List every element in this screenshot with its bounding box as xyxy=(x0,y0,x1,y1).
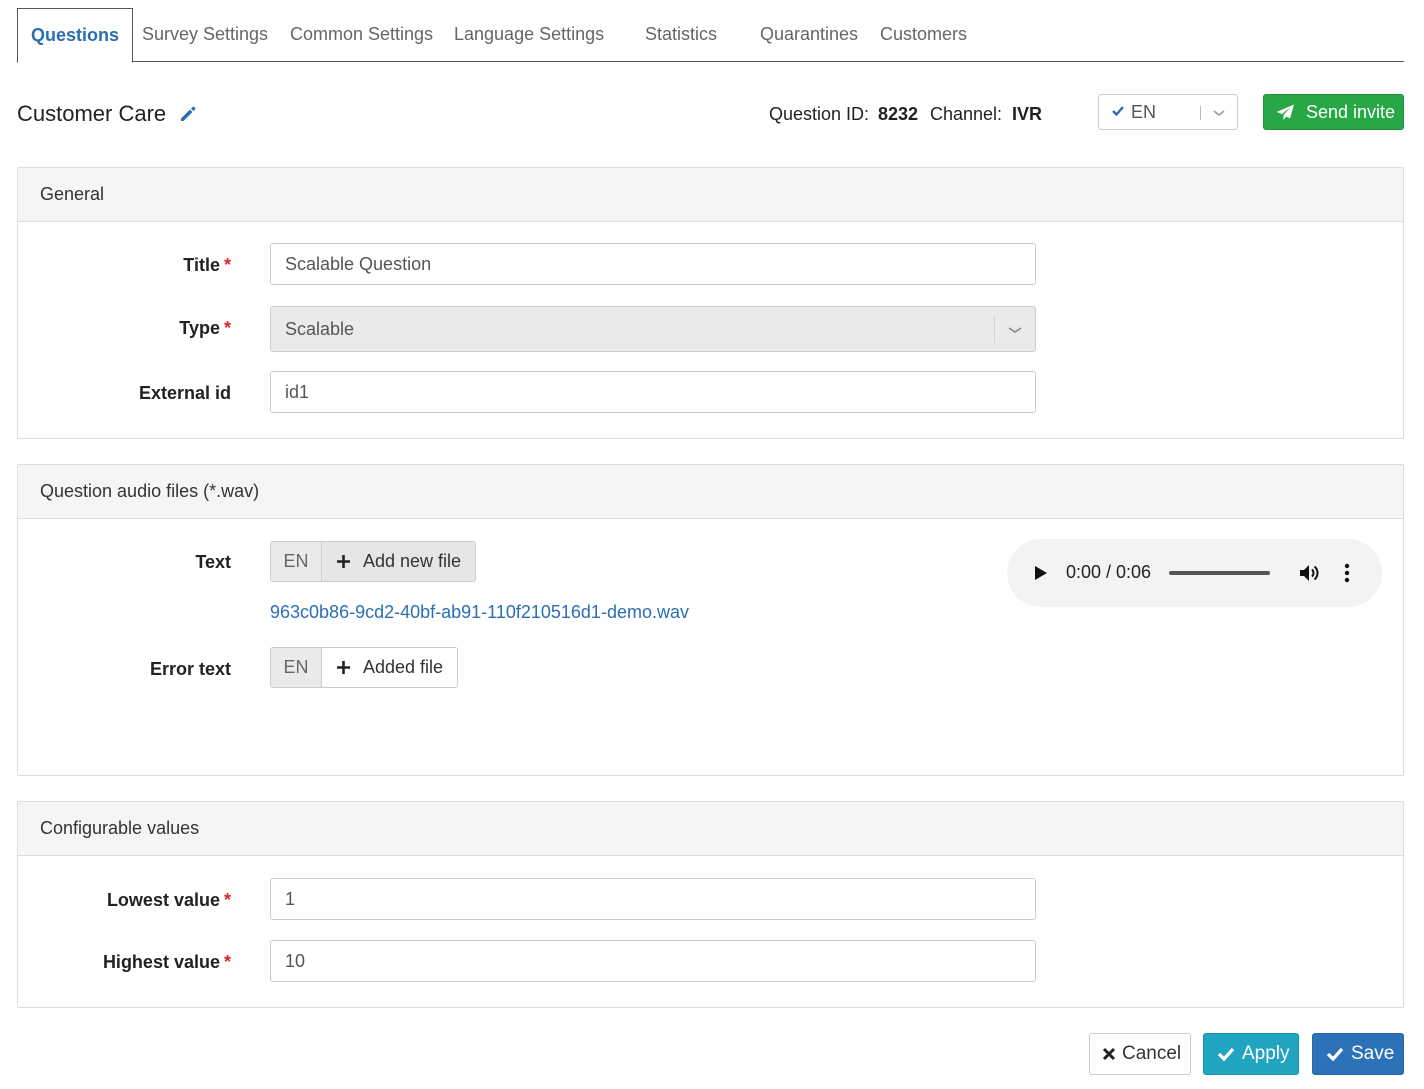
general-heading: General xyxy=(18,168,1403,222)
save-label: Save xyxy=(1351,1043,1395,1064)
send-invite-button[interactable]: Send invite xyxy=(1263,94,1404,130)
tab-questions[interactable]: Questions xyxy=(17,8,134,63)
select-divider xyxy=(1200,106,1201,120)
plus-icon xyxy=(337,661,350,674)
external-id-label: External id xyxy=(138,383,231,403)
text-file-upload: EN Add new file xyxy=(270,541,477,582)
plus-icon xyxy=(337,555,350,568)
configurable-values-heading: Configurable values xyxy=(18,802,1403,856)
text-label: Text xyxy=(195,552,231,572)
error-text-language-addon: EN xyxy=(271,648,322,687)
cancel-label: Cancel xyxy=(1122,1043,1182,1064)
required-mark: * xyxy=(223,890,231,910)
chevron-down-icon xyxy=(1213,110,1225,117)
tab-statistics[interactable]: Statistics xyxy=(645,8,717,62)
tab-bar: Questions Survey Settings Common Setting… xyxy=(17,8,1404,63)
lowest-value-label: Lowest value * xyxy=(106,890,231,910)
tab-language-settings[interactable]: Language Settings xyxy=(454,8,604,62)
audio-progress-track[interactable] xyxy=(1169,571,1270,575)
highest-value-input[interactable]: 10 xyxy=(270,940,1036,982)
pencil-icon[interactable] xyxy=(178,104,198,124)
chevron-down-icon xyxy=(1008,327,1022,333)
add-new-file-label: Add new file xyxy=(363,551,462,571)
send-invite-label: Send invite xyxy=(1306,102,1396,122)
channel-label: Channel: xyxy=(930,104,1003,124)
audio-file-link[interactable]: 963c0b86-9cd2-40bf-ab91-110f210516d1-dem… xyxy=(270,602,689,623)
type-select[interactable]: Scalable xyxy=(270,306,1036,352)
add-new-file-button[interactable]: Add new file xyxy=(322,542,476,581)
check-icon xyxy=(1112,106,1124,117)
apply-label: Apply xyxy=(1242,1043,1290,1064)
added-file-button[interactable]: Added file xyxy=(322,648,457,687)
tab-customers[interactable]: Customers xyxy=(880,8,967,62)
audio-files-panel: Question audio files (*.wav) Text EN Add… xyxy=(17,464,1404,776)
close-icon xyxy=(1102,1047,1116,1061)
tab-common-settings[interactable]: Common Settings xyxy=(290,8,433,62)
page-title: Customer Care xyxy=(17,101,167,126)
question-id-value: 8232 xyxy=(878,104,919,124)
question-id-label: Question ID: xyxy=(769,104,870,124)
error-text-file-upload: EN Added file xyxy=(270,647,459,688)
audio-time: 0:00 / 0:06 xyxy=(1066,562,1152,582)
check-icon xyxy=(1217,1047,1235,1062)
volume-icon[interactable] xyxy=(1299,563,1321,583)
lowest-value-input[interactable]: 1 xyxy=(270,878,1036,920)
paper-plane-icon xyxy=(1276,104,1294,120)
text-language-addon: EN xyxy=(271,542,322,581)
save-button[interactable]: Save xyxy=(1312,1033,1404,1075)
general-panel: General Title * Scalable Question Type * S… xyxy=(17,167,1404,439)
channel-value: IVR xyxy=(1012,104,1043,124)
configurable-values-panel: Configurable values Lowest value * 1 High… xyxy=(17,801,1404,1008)
highest-value-label: Highest value * xyxy=(102,952,231,972)
required-mark: * xyxy=(223,318,231,338)
added-file-label: Added file xyxy=(363,657,444,677)
more-options-icon[interactable] xyxy=(1344,563,1350,583)
type-select-value: Scalable xyxy=(285,319,355,339)
external-id-input[interactable]: id1 xyxy=(270,371,1036,413)
audio-files-heading: Question audio files (*.wav) xyxy=(18,465,1403,519)
required-mark: * xyxy=(223,255,231,275)
type-label: Type * xyxy=(179,318,231,338)
error-text-label: Error text xyxy=(149,659,231,679)
title-input[interactable]: Scalable Question xyxy=(270,243,1036,285)
tab-quarantines[interactable]: Quarantines xyxy=(760,8,858,62)
check-icon xyxy=(1326,1047,1344,1062)
title-label: Title * xyxy=(183,255,231,275)
apply-button[interactable]: Apply xyxy=(1203,1033,1299,1075)
select-divider xyxy=(994,315,995,343)
play-icon[interactable] xyxy=(1034,565,1048,581)
required-mark: * xyxy=(223,952,231,972)
language-select[interactable]: EN xyxy=(1098,94,1238,130)
cancel-button[interactable]: Cancel xyxy=(1089,1033,1191,1075)
language-select-value: EN xyxy=(1131,102,1157,122)
tab-survey-settings[interactable]: Survey Settings xyxy=(142,8,268,62)
audio-player: 0:00 / 0:06 xyxy=(1007,539,1382,607)
